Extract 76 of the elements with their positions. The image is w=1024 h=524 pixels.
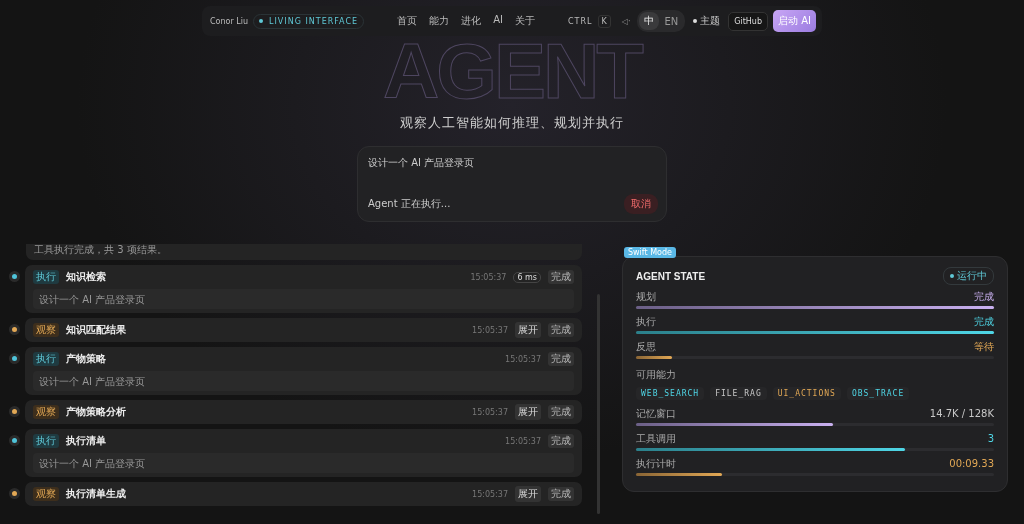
step-description: 设计一个 AI 产品登录页 (39, 458, 146, 469)
sound-button[interactable]: ◁· (619, 16, 633, 26)
step-kind-tag: 观察 (33, 487, 59, 501)
panel-title: AGENT STATE (636, 270, 706, 282)
phase-label: 反思 (636, 341, 656, 353)
nav-link[interactable]: 关于 (514, 14, 535, 28)
step-kind-tag: 执行 (33, 270, 59, 284)
capability-chip: OBS_TRACE (846, 387, 910, 400)
step-title: 执行清单 (66, 434, 106, 448)
step-title: 产物策略分析 (66, 405, 126, 419)
timeline-dot (12, 491, 17, 496)
phase-status: 完成 (974, 316, 994, 328)
github-button[interactable]: GitHub (728, 11, 769, 31)
metric-label: 记忆窗口 (636, 408, 676, 420)
shortcut-key: K (597, 14, 611, 28)
language-option[interactable]: 中 (639, 12, 660, 30)
hero-subtitle: 观察人工智能如何推理、规划并执行 (400, 114, 624, 132)
hero-title: AGENT (383, 38, 641, 104)
step-description: 工具执行完成，共 3 项结果。 (34, 244, 168, 256)
running-status-badge: 运行中 (943, 267, 994, 285)
status-tag: 完成 (548, 352, 574, 366)
mode-badge: Swift Mode (624, 247, 676, 258)
status-tag: 完成 (548, 323, 574, 337)
section-label: 可用能力 (636, 368, 677, 382)
step-title: 知识检索 (66, 270, 106, 284)
timeline-dot (12, 327, 17, 332)
metric-value: 00:09.33 (949, 458, 994, 470)
step-kind-tag: 执行 (33, 352, 59, 366)
timeline-dot (12, 356, 17, 361)
step-time: 15:05:37 (472, 489, 508, 499)
step-time: 15:05:37 (470, 272, 507, 282)
metric-value: 14.7K / 128K (929, 408, 994, 420)
theme-toggle[interactable]: 主题 (690, 14, 724, 28)
phase-status: 完成 (974, 291, 994, 303)
metric-label: 工具调用 (636, 433, 676, 445)
phase-label: 执行 (636, 316, 656, 328)
expand-button[interactable]: 展开 (515, 486, 541, 502)
status-tag: 完成 (548, 487, 574, 501)
capability-chip: UI_ACTIONS (772, 387, 841, 400)
shortcut-key: CTRL (568, 16, 593, 26)
step-kind-tag: 观察 (33, 405, 59, 419)
metric-value: 3 (987, 433, 994, 445)
brand-name[interactable]: Conor Liu (210, 16, 249, 26)
status-tag: 完成 (548, 405, 574, 419)
step-time: 15:05:37 (472, 325, 508, 335)
status-tag: 完成 (548, 434, 574, 448)
step-time: 15:05:37 (505, 354, 541, 364)
nav-link[interactable]: AI (493, 14, 503, 28)
capability-chip: FILE_RAG (710, 387, 767, 400)
status-tag: 完成 (548, 270, 574, 284)
duration-pill: 6 ms (513, 271, 541, 283)
step-title: 产物策略 (66, 352, 106, 366)
cancel-button[interactable]: 取消 (624, 194, 658, 214)
step-title: 执行清单生成 (66, 487, 126, 501)
nav-link[interactable]: 进化 (461, 14, 482, 28)
timeline-dot (12, 274, 17, 279)
step-description: 设计一个 AI 产品登录页 (39, 294, 146, 305)
step-description: 设计一个 AI 产品登录页 (39, 376, 146, 387)
metric-label: 执行计时 (636, 458, 676, 470)
language-option[interactable]: EN (659, 12, 684, 30)
timeline-dot (12, 409, 17, 414)
step-time: 15:05:37 (505, 436, 541, 446)
step-time: 15:05:37 (472, 407, 508, 417)
timeline-dot (12, 438, 17, 443)
capability-chip: WEB_SEARCH (636, 387, 705, 400)
step-kind-tag: 执行 (33, 434, 59, 448)
step-kind-tag: 观察 (33, 323, 59, 337)
step-title: 知识匹配结果 (66, 323, 126, 337)
expand-button[interactable]: 展开 (515, 322, 541, 338)
prompt-input[interactable]: 设计一个 AI 产品登录页 (368, 156, 658, 170)
nav-link[interactable]: 能力 (429, 14, 450, 28)
phase-status: 等待 (974, 341, 994, 353)
phase-label: 规划 (636, 291, 656, 303)
nav-link[interactable]: 首页 (397, 14, 418, 28)
expand-button[interactable]: 展开 (515, 404, 541, 420)
agent-status-text: Agent 正在执行... (368, 197, 451, 211)
